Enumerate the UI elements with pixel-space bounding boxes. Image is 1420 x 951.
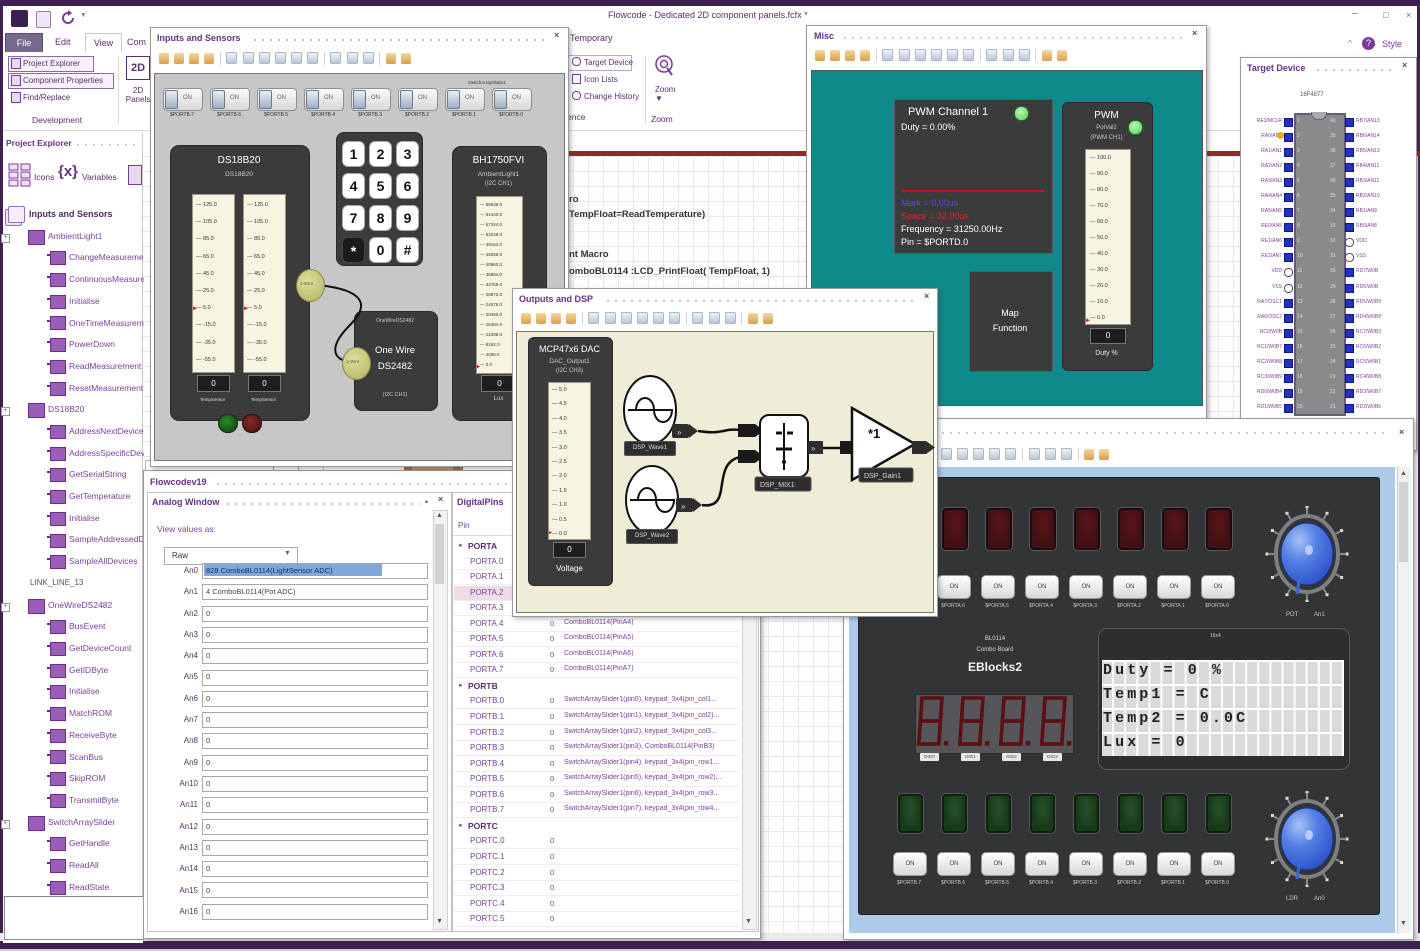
svg-text:»: » <box>811 444 816 453</box>
svg-text:DSP_Gain1: DSP_Gain1 <box>864 473 901 480</box>
svg-text:»: » <box>677 428 682 437</box>
svg-text:DSP_MIX1: DSP_MIX1 <box>760 482 795 489</box>
svg-text:*1: *1 <box>868 426 880 441</box>
svg-text:»: » <box>681 502 686 511</box>
